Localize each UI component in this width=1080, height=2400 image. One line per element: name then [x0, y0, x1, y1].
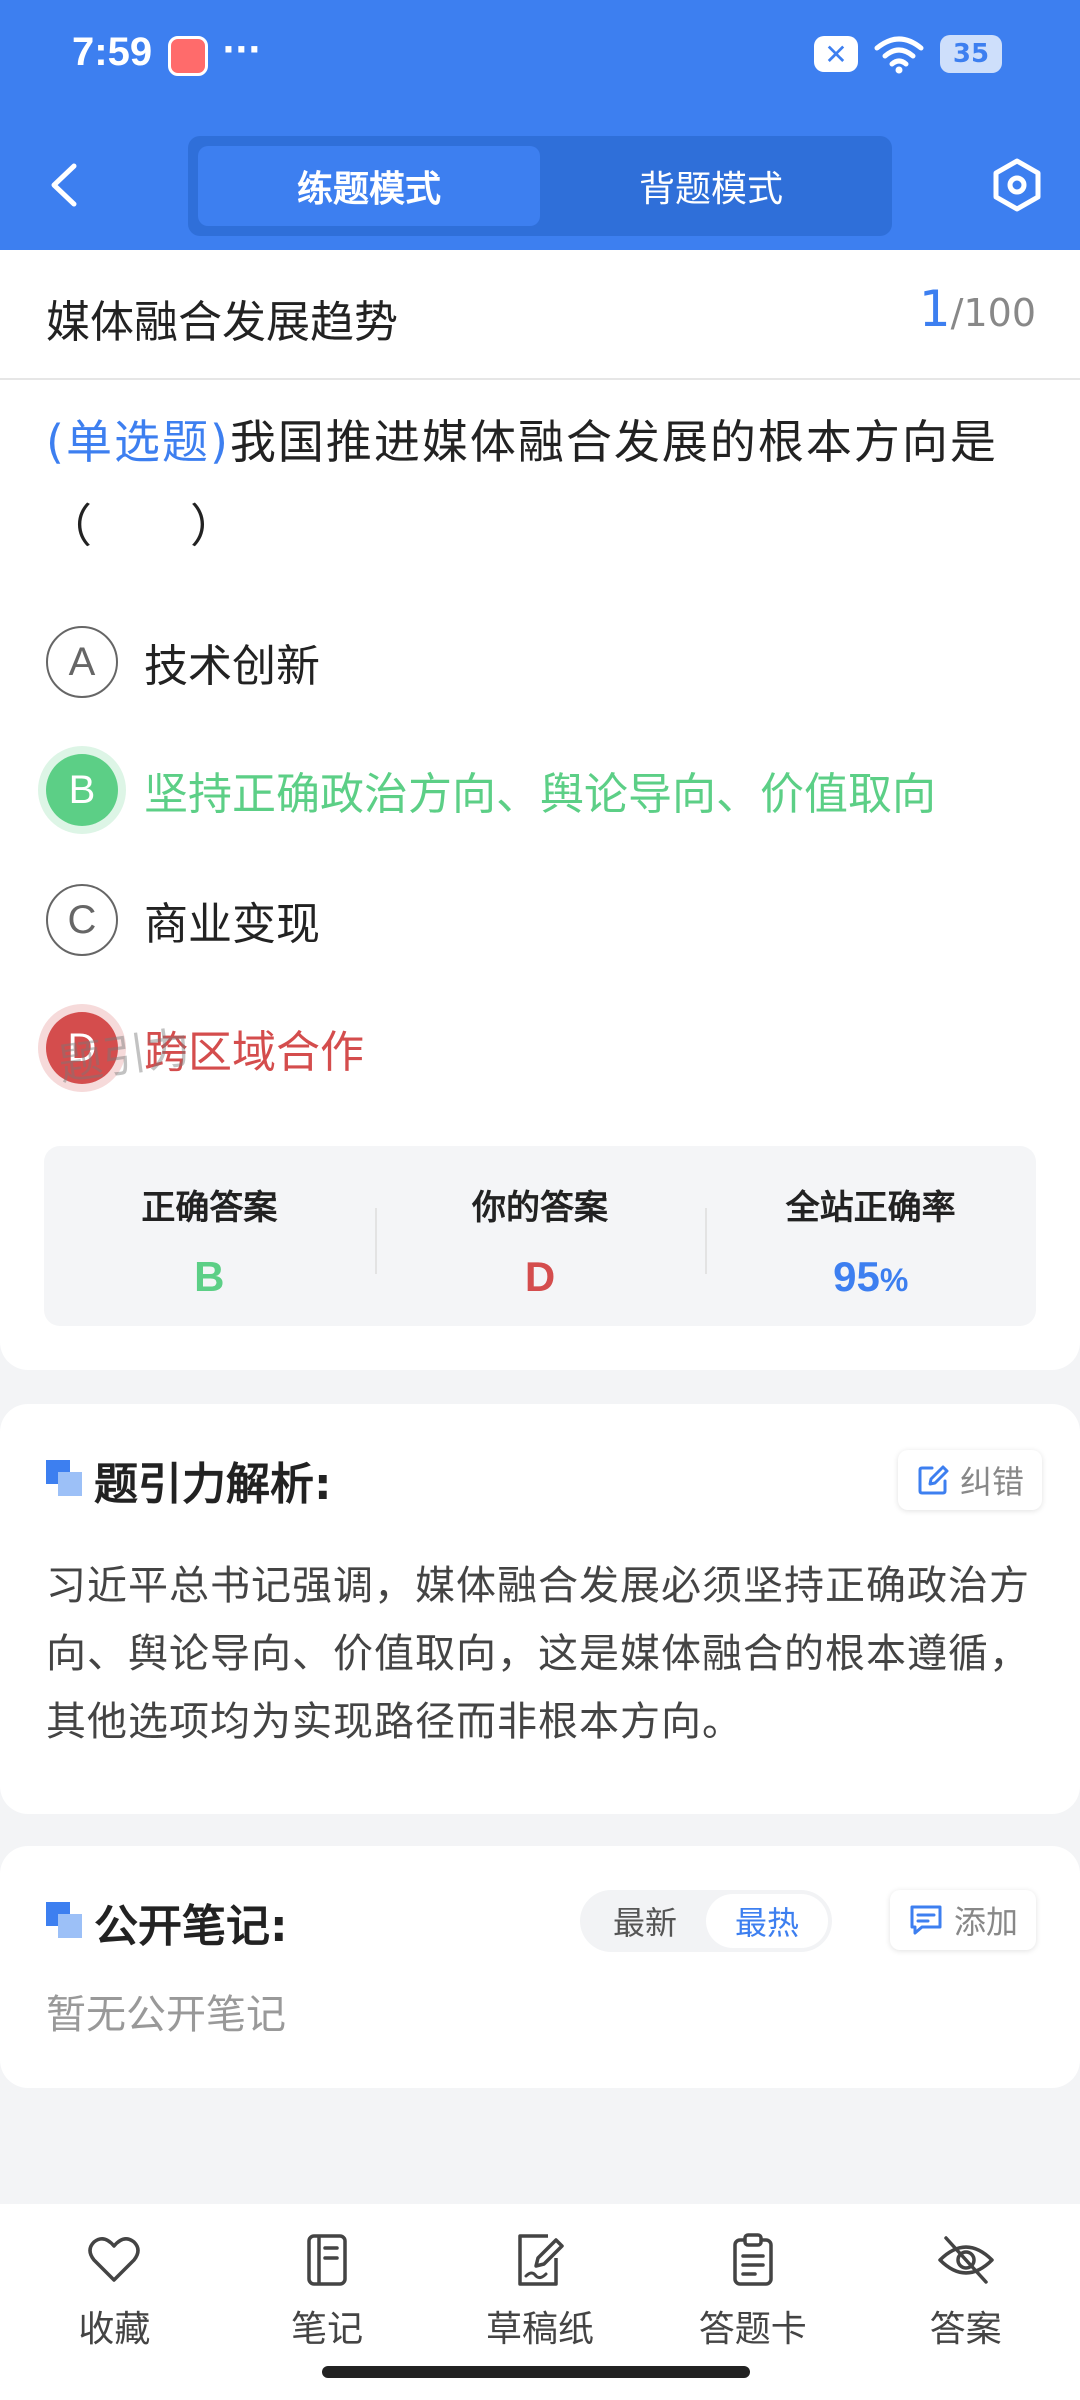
answer-sheet-label: 答题卡 — [698, 2309, 807, 2350]
show-answer-button[interactable]: 答案 — [866, 2204, 1066, 2400]
app-header: 7:59 ··· ✕ 35 练题模式 背题模式 — [0, 0, 1080, 250]
analysis-text: 习近平总书记强调，媒体融合发展必须坚持正确政治方向、舆论导向、价值取向，这是媒体… — [46, 1563, 1030, 1745]
sort-latest[interactable]: 最新 — [584, 1894, 706, 1948]
stat-accuracy-rate: 全站正确率 95% — [705, 1146, 1036, 1326]
mode-switch: 练题模式 背题模式 — [188, 136, 892, 236]
progress-current: 1 — [918, 280, 951, 338]
notebook-icon — [307, 2234, 347, 2286]
favorite-button[interactable]: 收藏 — [14, 2204, 214, 2400]
answer-stats: 正确答案 B 你的答案 D 全站正确率 95% — [44, 1146, 1036, 1326]
sort-hottest[interactable]: 最热 — [706, 1894, 828, 1948]
option-c[interactable]: C 商业变现 — [46, 880, 1046, 960]
status-time: 7:59 — [72, 30, 153, 74]
stat-value: 95% — [833, 1253, 908, 1301]
edit-icon — [918, 1465, 949, 1495]
status-close-icon: ✕ — [814, 36, 858, 72]
stat-value: B — [194, 1253, 225, 1300]
analysis-title: 题引力解析: — [94, 1459, 332, 1510]
option-letter: A — [46, 626, 118, 698]
draft-pen-icon — [518, 2234, 564, 2286]
option-text: 技术创新 — [144, 641, 320, 692]
stat-value: D — [524, 1253, 556, 1300]
option-letter: B — [46, 754, 118, 826]
favorite-label: 收藏 — [78, 2309, 151, 2350]
section-icon — [46, 1902, 82, 1938]
notes-empty-text: 暂无公开笔记 — [46, 1992, 286, 2038]
stat-your-answer: 你的答案 D — [374, 1146, 706, 1326]
status-indicators: ✕ 35 — [814, 34, 1002, 74]
question-type: (单选题) — [46, 415, 230, 469]
stat-correct-answer: 正确答案 B — [44, 1146, 375, 1326]
report-error-label: 纠错 — [960, 1463, 1025, 1501]
topic-row: 媒体融合发展趋势 1/100 — [0, 250, 1080, 380]
stat-label: 你的答案 — [472, 1188, 608, 1228]
home-indicator[interactable] — [322, 2366, 750, 2378]
status-more-icon: ··· — [222, 30, 261, 70]
progress-total: /100 — [950, 291, 1036, 335]
eye-off-icon — [937, 2236, 994, 2284]
back-icon[interactable] — [44, 160, 84, 210]
question-progress: 1/100 — [919, 280, 1036, 338]
option-letter: C — [46, 884, 118, 956]
wifi-icon — [874, 36, 924, 74]
tab-practice-mode[interactable]: 练题模式 — [198, 146, 540, 226]
status-bar: 7:59 ··· ✕ 35 — [0, 0, 1080, 118]
stat-label: 正确答案 — [141, 1188, 278, 1228]
heart-icon — [88, 2237, 141, 2282]
add-note-button[interactable]: 添加 — [890, 1890, 1037, 1950]
notes-card: 公开笔记: 最新 最热 添加 暂无公开笔记 — [0, 1846, 1080, 2088]
stat-label: 全站正确率 — [785, 1188, 956, 1228]
comment-icon — [910, 1905, 942, 1935]
option-text: 坚持正确政治方向、舆论导向、价值取向 — [144, 769, 936, 820]
add-note-label: 添加 — [954, 1903, 1019, 1941]
section-icon — [46, 1460, 82, 1496]
report-error-button[interactable]: 纠错 — [898, 1450, 1043, 1510]
analysis-card: 题引力解析: 纠错 习近平总书记强调，媒体融合发展必须坚持正确政治方向、舆论导向… — [0, 1404, 1080, 1814]
settings-icon[interactable] — [990, 158, 1044, 212]
notes-sort-toggle: 最新 最热 — [580, 1890, 832, 1952]
rate-unit: % — [879, 1262, 909, 1298]
option-text: 商业变现 — [144, 899, 320, 950]
notes-title: 公开笔记: — [94, 1901, 288, 1952]
option-d[interactable]: D 跨区域合作 — [46, 1008, 1046, 1088]
clipboard-icon — [733, 2233, 773, 2286]
topic-title: 媒体融合发展趋势 — [46, 297, 398, 348]
draft-paper-label: 草稿纸 — [485, 2309, 594, 2350]
question-card: 媒体融合发展趋势 1/100 (单选题)我国推进媒体融合发展的根本方向是（ ） … — [0, 250, 1080, 1370]
notes-label: 笔记 — [291, 2309, 364, 2350]
show-answer-label: 答案 — [929, 2309, 1002, 2350]
option-a[interactable]: A 技术创新 — [46, 622, 1046, 702]
option-b[interactable]: B 坚持正确政治方向、舆论导向、价值取向 — [46, 750, 1046, 830]
tab-memorize-mode[interactable]: 背题模式 — [540, 146, 882, 226]
battery-icon: 35 — [940, 35, 1002, 73]
rate-number: 95 — [833, 1253, 880, 1300]
question-stem: (单选题)我国推进媒体融合发展的根本方向是（ ） — [46, 400, 1036, 568]
app-notification-icon — [168, 36, 208, 76]
